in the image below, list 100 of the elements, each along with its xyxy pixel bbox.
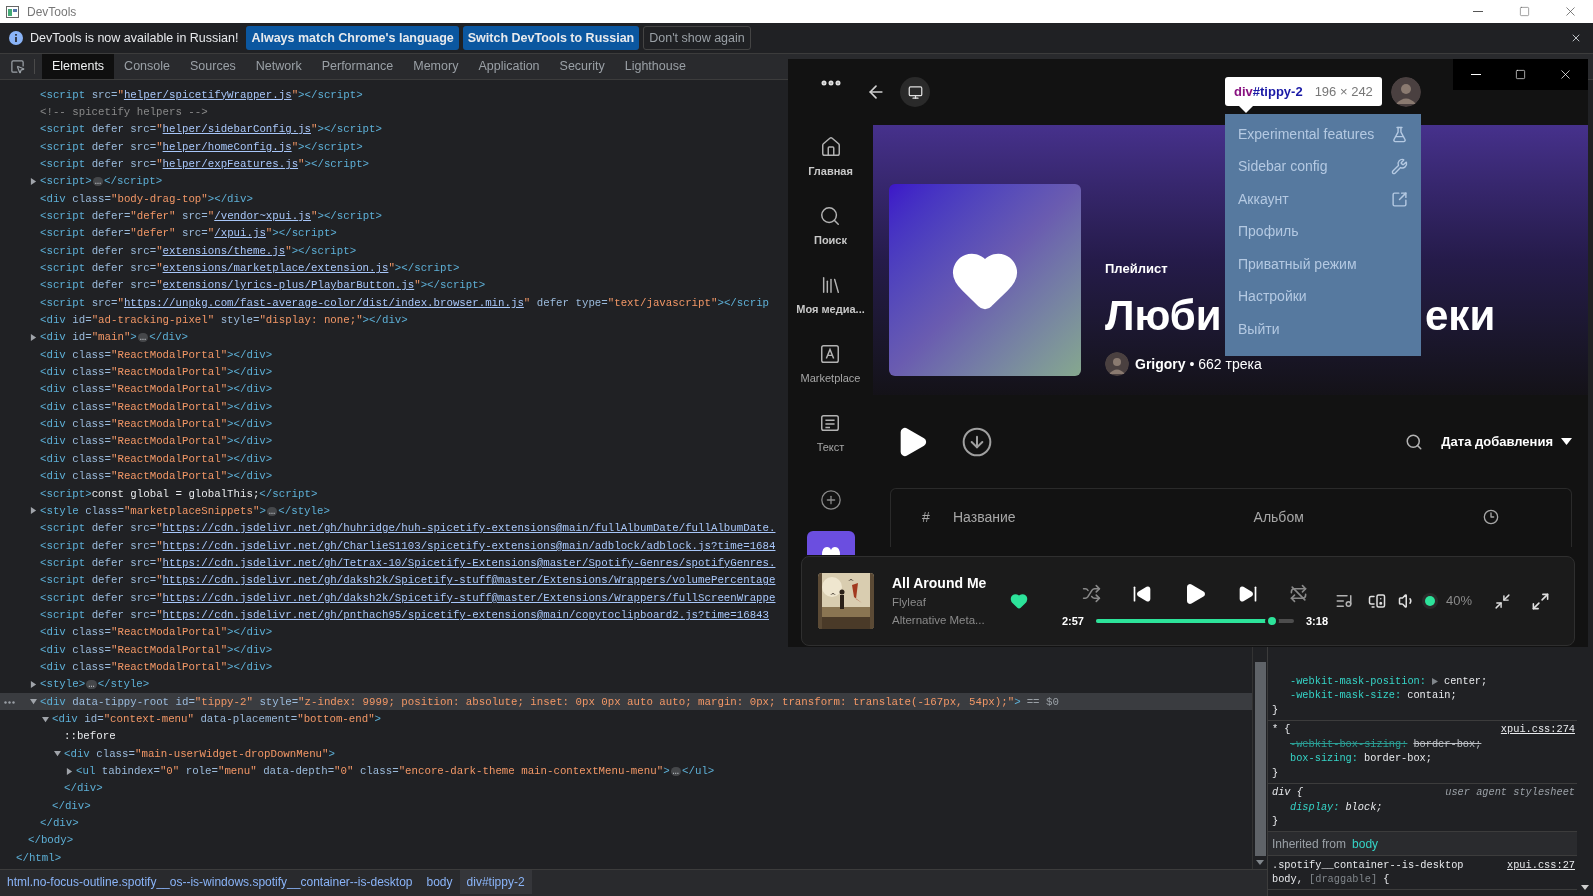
code-link[interactable]: https://cdn.jsdelivr.net/gh/daksh2k/Spicetify-stuff@master/Extensions/Wrappers/volumePercentage (162, 574, 776, 587)
dom-tree-row[interactable]: </div> (0, 797, 91, 815)
code-link[interactable]: helper/sidebarConfig.js (162, 123, 311, 136)
dom-tree-row[interactable]: <script defer="defer" src="/vendor~xpui.js"></script> (0, 207, 382, 225)
code-link[interactable]: https://unpkg.com/fast-average-color/dist/index.browser.min.js (123, 296, 524, 309)
download-button[interactable] (961, 425, 993, 458)
dom-tree-row[interactable]: </div> (0, 779, 103, 798)
code-link[interactable]: extensions/lyrics-plus/PlaybarButton.js (162, 279, 415, 292)
shuffle-button[interactable] (1082, 584, 1101, 604)
dom-tree-row[interactable]: <div class="body-drag-top"></div> (0, 190, 253, 208)
dom-tree-row[interactable]: <ul tabindex="0" role="menu" data-depth="0" class="encore-dark-theme main-contextMenu-menu">…</ul> (0, 762, 715, 780)
panel-tab[interactable]: Lighthouse (614, 54, 696, 79)
code-link[interactable]: https://cdn.jsdelivr.net/gh/pnthach95/spicetify-extensions@main/copytoclipboard2.js?time=16843 (162, 608, 769, 621)
dom-tree-row[interactable]: <div class="ReactModalPortal"></div> (0, 363, 273, 381)
stylesheet-link[interactable]: xpui.css:274 (1500, 722, 1575, 738)
code-link[interactable]: /xpui.js (214, 227, 266, 240)
dom-tree-row[interactable]: <style>…</style> (0, 675, 150, 694)
dom-tree-row[interactable]: <script defer src="https://cdn.jsdelivr.net/gh/Tetrax-10/Spicetify-Extensions@master/Spotify-Genres/spotifyGenres. (0, 554, 776, 572)
dom-tree-row[interactable]: <script defer src="extensions/theme.js"></script> (0, 242, 357, 260)
dom-tree-row[interactable]: <div class="ReactModalPortal"></div> (0, 658, 273, 676)
dom-tree-row[interactable]: <div class="ReactModalPortal"></div> (0, 380, 273, 399)
dom-tree-row[interactable]: <script defer src="https://cdn.jsdelivr.net/gh/pnthach95/spicetify-extensions@main/copytoclipboard2.js?time=16843 (0, 606, 769, 624)
track-title[interactable]: All Around Me (892, 573, 1002, 595)
infobar-button[interactable]: Don't show again (643, 26, 751, 50)
breadcrumb[interactable]: body (419, 870, 460, 894)
dom-tree-row[interactable]: <div class="ReactModalPortal"></div> (0, 641, 273, 659)
element-link[interactable]: body (1352, 834, 1379, 853)
code-link[interactable]: /vendor~xpui.js (214, 210, 311, 222)
column-header[interactable]: # (922, 506, 953, 528)
queue-button[interactable] (1335, 592, 1353, 610)
expand-triangle-icon[interactable] (1431, 677, 1438, 685)
dom-tree-row[interactable]: <script>…</script> (0, 172, 163, 191)
dom-tree-row[interactable]: <script defer src="helper/sidebarConfig.js"></script> (0, 120, 382, 139)
dom-tree-row[interactable]: <script src="helper/spicetifyWrapper.js"></script> (0, 86, 363, 104)
dom-tree-row[interactable]: </div> (0, 814, 79, 832)
collapse-triangle-icon[interactable] (30, 698, 37, 706)
dom-tree-row[interactable]: <div class="ReactModalPortal"></div> (0, 398, 273, 416)
panel-tab[interactable]: Sources (180, 54, 246, 79)
code-link[interactable]: helper/spicetifyWrapper.js (123, 88, 292, 101)
column-header[interactable]: Название (953, 506, 1016, 528)
dom-tree-row[interactable]: <script src="https://unpkg.com/fast-average-color/dist/index.browser.min.js" defer type="text/javascript"></scrip (0, 294, 770, 312)
panel-tab[interactable]: Elements (42, 54, 115, 79)
scroll-down-icon[interactable] (1581, 885, 1589, 890)
collapsed-content-button[interactable]: … (137, 333, 149, 343)
nav-item[interactable]: Главная (808, 136, 853, 205)
code-link[interactable]: https://cdn.jsdelivr.net/gh/huhridge/huh-spicetify-extensions@main/fullAlbumDate/fullAlbumDate. (162, 522, 776, 535)
repeat-button[interactable] (1289, 584, 1308, 604)
scroll-down-icon[interactable] (1256, 860, 1264, 865)
code-link[interactable]: https://cdn.jsdelivr.net/gh/Tetrax-10/Spicetify-Extensions@master/Spotify-Genres/spotifyGenres. (162, 556, 776, 569)
dom-tree-row[interactable]: <div class="main-userWidget-dropDownMenu"> (0, 745, 335, 763)
collapsed-content-button[interactable]: … (92, 177, 104, 186)
add-icon[interactable] (819, 489, 842, 511)
code-link[interactable]: extensions/marketplace/extension.js (162, 262, 389, 275)
dom-tree-row[interactable]: <script>const global = globalThis;</script> (0, 484, 318, 503)
panel-tab[interactable]: Network (245, 54, 312, 79)
panel-tab[interactable]: Memory (403, 54, 469, 79)
dom-tree-row[interactable]: <script defer src="helper/expFeatures.js"></script> (0, 155, 370, 173)
dom-tree-row[interactable]: ::before (0, 727, 116, 746)
dom-tree-row[interactable]: </body> (0, 831, 74, 850)
code-link[interactable]: extensions/theme.js (162, 244, 286, 257)
mini-player-button[interactable] (1494, 592, 1512, 610)
sort-dropdown[interactable]: Дата добавления (1441, 431, 1572, 452)
dom-tree-row[interactable]: <script defer src="extensions/marketplace/extension.js"></script> (0, 259, 460, 277)
track-album[interactable]: Alternative Meta... (892, 611, 1002, 629)
scrollbar-thumb[interactable] (1254, 662, 1266, 856)
dom-tree-row[interactable]: <div class="ReactModalPortal"></div> (0, 346, 273, 364)
dom-tree-row[interactable]: <div class="ReactModalPortal"></div> (0, 467, 273, 485)
collapsed-content-button[interactable]: … (670, 766, 682, 776)
collapsed-content-button[interactable]: … (86, 679, 97, 689)
code-link[interactable]: helper/expFeatures.js (162, 158, 299, 170)
expand-triangle-icon[interactable] (30, 680, 37, 688)
column-header[interactable]: Альбом (1253, 506, 1304, 528)
dom-tree-row[interactable]: <script defer src="https://cdn.jsdelivr.net/gh/CharlieS1103/spicetify-extensions@main/adblock/adblock.js?time=1684 (0, 536, 776, 555)
panel-tab[interactable]: Performance (311, 54, 404, 79)
code-link[interactable]: https://cdn.jsdelivr.net/gh/CharlieS1103/spicetify-extensions@main/adblock/adblock.js?time=1684 (162, 539, 776, 552)
dom-tree-row[interactable]: <style class="marketplaceSnippets">…</style> (0, 502, 330, 520)
collapse-triangle-icon[interactable] (54, 750, 61, 758)
dom-tree-row[interactable]: <script defer src="https://cdn.jsdelivr.net/gh/daksh2k/Spicetify-stuff@master/Extensions/Wrappers/volumePercentage (0, 571, 776, 589)
like-button[interactable] (1010, 592, 1028, 610)
liked-songs-tile[interactable] (806, 531, 855, 555)
dom-tree-row[interactable]: <script defer="defer" src="/xpui.js"></script> (0, 224, 337, 243)
search-button[interactable] (1405, 432, 1424, 451)
expand-triangle-icon[interactable] (30, 334, 37, 341)
devices-button[interactable] (1368, 592, 1386, 610)
volume-knob-icon[interactable] (1422, 593, 1438, 609)
nav-item[interactable]: Текст (816, 412, 845, 481)
nav-item[interactable]: Поиск (814, 205, 847, 274)
nav-item[interactable]: Marketplace (800, 343, 861, 412)
panel-tab[interactable]: Console (114, 54, 180, 79)
collapse-triangle-icon[interactable] (42, 715, 49, 723)
fullscreen-button[interactable] (1531, 591, 1551, 611)
dom-tree-row[interactable]: <div class="ReactModalPortal"></div> (0, 415, 273, 433)
dom-tree-row[interactable]: <div class="ReactModalPortal"></div> (0, 450, 273, 468)
dom-tree-row[interactable]: <div id="ad-tracking-pixel" style="display: none;"></div> (0, 311, 408, 329)
infobar-button[interactable]: Always match Chrome's language (246, 26, 459, 50)
avatar[interactable] (1391, 77, 1421, 107)
expand-triangle-icon[interactable] (66, 767, 73, 775)
code-link[interactable]: helper/homeConfig.js (162, 140, 292, 153)
dom-tree-row[interactable]: <div class="ReactModalPortal"></div> (0, 432, 273, 451)
breadcrumb[interactable]: div#tippy-2 (459, 870, 532, 894)
